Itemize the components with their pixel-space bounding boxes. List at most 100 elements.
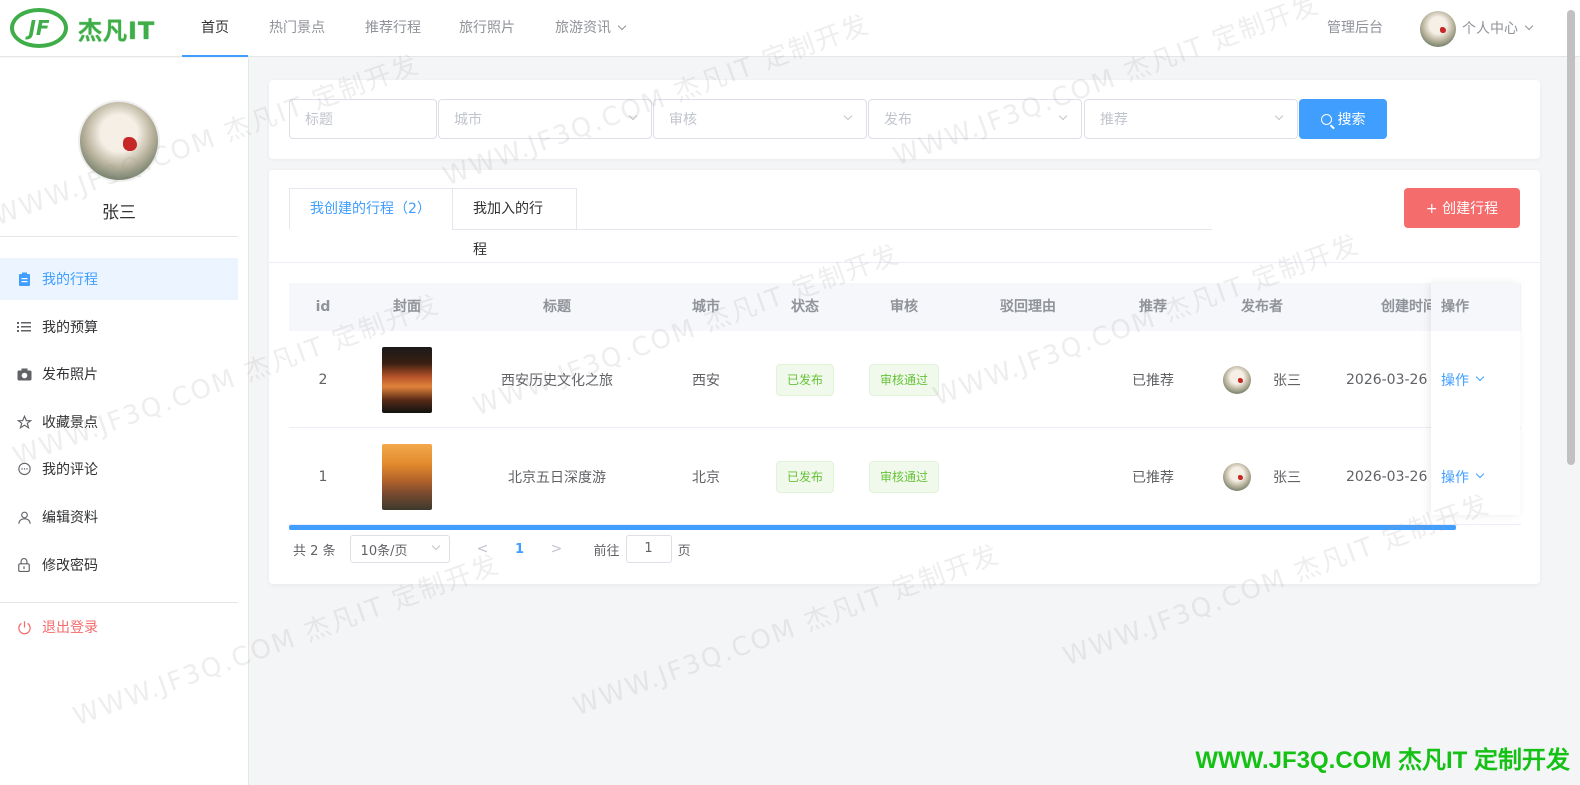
trip-tabs: 我创建的行程（2） 我加入的行程	[289, 188, 1212, 258]
goto-page-input[interactable]: 1	[625, 535, 672, 563]
cell-audit: 审核通过	[855, 331, 953, 428]
cell-status: 已发布	[755, 428, 855, 525]
cell-reject-reason	[953, 331, 1103, 428]
sidebar: 张三 我的行程 我的预算 发布照片 收藏景点 我的评论 编辑资料 修改密码 退出…	[0, 58, 249, 785]
create-trip-button[interactable]: + 创建行程	[1404, 188, 1520, 228]
page-size-select[interactable]: 10条/页	[349, 535, 450, 563]
nav-travel-photos[interactable]: 旅行照片	[448, 0, 526, 57]
title-search-input[interactable]: 标题	[289, 99, 437, 139]
nav-travel-news[interactable]: 旅游资讯	[544, 0, 636, 57]
cell-city: 西安	[692, 372, 720, 389]
page-number-current[interactable]: 1	[505, 542, 535, 557]
audit-select[interactable]: 审核	[653, 99, 867, 139]
col-title: 标题	[543, 299, 571, 315]
sidebar-item-label: 发布照片	[42, 367, 98, 383]
col-recommend: 推荐	[1139, 299, 1167, 315]
nav-recommended-trips[interactable]: 推荐行程	[354, 0, 432, 57]
publisher-name: 张三	[1273, 469, 1301, 486]
table-horizontal-scrollbar[interactable]	[289, 525, 1456, 530]
site-logo[interactable]: JF 杰凡IT	[10, 7, 165, 49]
tab-my-created-trips[interactable]: 我创建的行程（2）	[289, 188, 453, 230]
nav-admin[interactable]: 管理后台	[1316, 0, 1394, 57]
nav-travel-news-label: 旅游资讯	[555, 20, 611, 36]
cell-cover	[357, 428, 457, 525]
cell-publisher: 张三	[1203, 331, 1321, 428]
prev-page-icon[interactable]: <	[468, 541, 498, 557]
pagination-total: 共 2 条	[293, 543, 336, 559]
col-publisher: 发布者	[1241, 299, 1283, 315]
operation-label: 操作	[1441, 469, 1469, 486]
chevron-down-icon	[431, 541, 440, 551]
lock-icon	[16, 557, 32, 573]
card-divider	[269, 262, 1540, 263]
sidebar-item-favorite-attractions[interactable]: 收藏景点	[0, 401, 238, 443]
sidebar-item-label: 退出登录	[42, 620, 98, 636]
sidebar-item-my-trips[interactable]: 我的行程	[0, 258, 238, 300]
chevron-down-icon	[628, 111, 638, 121]
user-center-menu[interactable]: 个人中心	[1420, 0, 1560, 57]
col-city: 城市	[692, 299, 720, 315]
col-reject-reason: 驳回理由	[1000, 299, 1056, 315]
cell-recommend: 已推荐	[1132, 372, 1174, 389]
user-avatar	[1420, 10, 1456, 47]
operation-label: 操作	[1441, 372, 1469, 389]
title-placeholder: 标题	[305, 112, 333, 128]
star-icon	[16, 414, 32, 430]
search-button[interactable]: 搜索	[1299, 99, 1387, 139]
cell-id: 2	[318, 371, 328, 388]
sidebar-item-my-comments[interactable]: 我的评论	[0, 448, 238, 490]
cell-publisher: 张三	[1203, 428, 1321, 525]
sidebar-item-change-password[interactable]: 修改密码	[0, 544, 238, 586]
fixed-operation-column: 操作 操作 操作	[1431, 283, 1520, 515]
sidebar-item-post-photos[interactable]: 发布照片	[0, 353, 238, 395]
user-center-label: 个人中心	[1462, 20, 1518, 37]
logo-text: 杰凡IT	[78, 16, 156, 45]
sidebar-item-edit-profile[interactable]: 编辑资料	[0, 496, 238, 538]
chevron-down-icon	[1524, 21, 1534, 30]
search-button-label: 搜索	[1337, 112, 1366, 128]
watermark-footer: WWW.JF3Q.COM 杰凡IT 定制开发	[1195, 747, 1570, 774]
nav-home[interactable]: 首页	[182, 0, 248, 57]
comment-icon	[16, 461, 32, 477]
sidebar-divider	[0, 602, 238, 603]
audit-badge: 审核通过	[868, 460, 939, 493]
publisher-avatar	[1223, 365, 1251, 394]
trips-panel: 我创建的行程（2） 我加入的行程 + 创建行程 id 封面 标题 城市 状态 审…	[269, 170, 1540, 584]
sidebar-divider	[0, 236, 238, 237]
city-select[interactable]: 城市	[438, 99, 652, 139]
chevron-down-icon	[1475, 372, 1485, 381]
goto-label: 前往	[593, 543, 620, 559]
page-vertical-scrollbar[interactable]	[1567, 10, 1575, 465]
audit-badge: 审核通过	[868, 363, 939, 396]
sidebar-item-logout[interactable]: 退出登录	[0, 606, 238, 648]
profile-username: 张三	[102, 203, 136, 223]
publish-select[interactable]: 发布	[868, 99, 1082, 139]
list-icon	[16, 319, 32, 335]
page-size-value: 10条/页	[360, 543, 408, 559]
search-panel: 标题 城市 审核 发布 推荐 搜索	[269, 80, 1540, 159]
search-icon	[1320, 113, 1332, 125]
profile-avatar	[78, 100, 160, 182]
cover-image	[382, 346, 432, 413]
col-id: id	[315, 299, 331, 315]
row-operation-dropdown[interactable]: 操作	[1441, 331, 1485, 428]
tab-my-joined-trips[interactable]: 我加入的行程	[452, 188, 577, 258]
status-badge: 已发布	[775, 363, 834, 396]
next-page-icon[interactable]: >	[542, 541, 572, 557]
col-cover: 封面	[393, 299, 421, 315]
table-row: 1 北京五日深度游 北京 已发布 审核通过 已推荐 张三 2026-03-26 …	[289, 428, 1521, 525]
audit-placeholder: 审核	[669, 112, 697, 128]
cover-image	[382, 443, 432, 510]
col-status: 状态	[791, 299, 819, 315]
recommend-select[interactable]: 推荐	[1084, 99, 1298, 139]
user-icon	[16, 509, 32, 525]
sidebar-item-label: 收藏景点	[42, 415, 98, 431]
sidebar-item-my-budget[interactable]: 我的预算	[0, 306, 238, 348]
clipboard-icon	[16, 271, 32, 287]
sidebar-item-label: 我的评论	[42, 462, 98, 478]
row-operation-dropdown[interactable]: 操作	[1441, 428, 1485, 525]
cell-audit: 审核通过	[855, 428, 953, 525]
chevron-down-icon	[1058, 111, 1068, 121]
nav-hot-attractions[interactable]: 热门景点	[258, 0, 336, 57]
publisher-avatar	[1223, 462, 1251, 491]
